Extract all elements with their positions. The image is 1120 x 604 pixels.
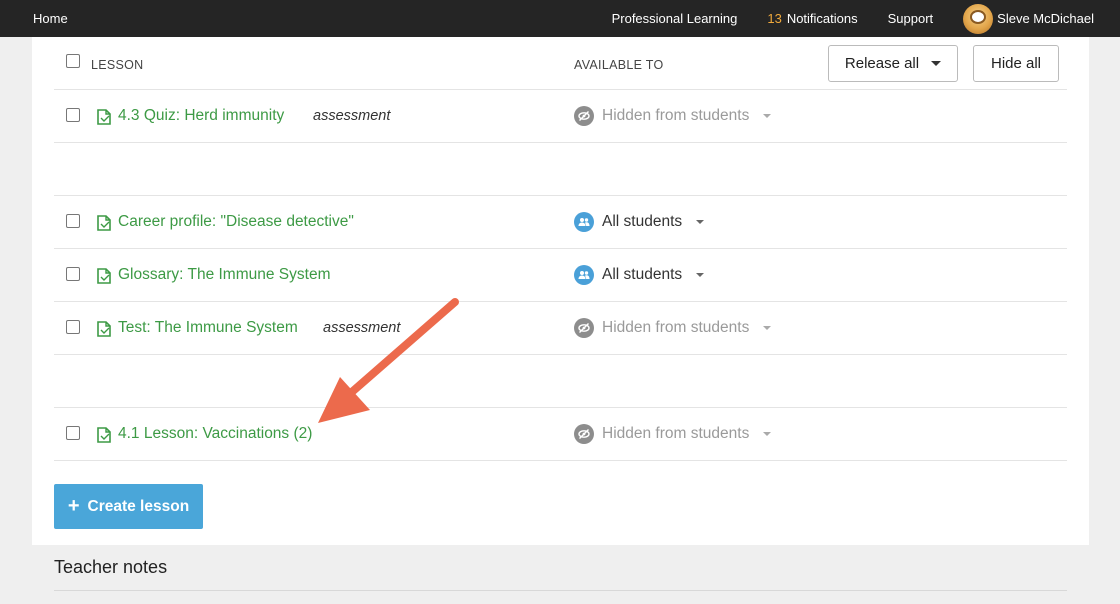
availability-dropdown[interactable]: All students — [574, 212, 705, 232]
lesson-column-header: LESSON — [91, 58, 144, 72]
eye-off-icon — [574, 106, 594, 126]
chevron-down-icon — [763, 326, 772, 330]
table-row: 4.3 Quiz: Herd immunity assessment Hidde… — [54, 90, 1067, 143]
create-lesson-label: Create lesson — [87, 497, 190, 515]
table-row: Career profile: "Disease detective" All … — [54, 196, 1067, 249]
support-link[interactable]: Support — [888, 11, 934, 26]
notifications-link[interactable]: 13 Notifications — [767, 11, 857, 26]
eye-off-icon — [574, 318, 594, 338]
availability-label: All students — [602, 266, 683, 283]
lesson-link[interactable]: Career profile: "Disease detective" — [118, 213, 354, 231]
availability-dropdown[interactable]: Hidden from students — [574, 424, 772, 444]
availability-label: Hidden from students — [602, 425, 750, 442]
availability-dropdown[interactable]: Hidden from students — [574, 318, 772, 338]
available-column-header: AVAILABLE TO — [574, 58, 664, 72]
home-link[interactable]: Home — [33, 11, 68, 26]
group-icon — [574, 212, 594, 232]
nav-right: Professional Learning 13 Notifications Su… — [612, 0, 1120, 37]
lesson-icon — [97, 268, 111, 284]
release-all-label: Release all — [844, 55, 920, 72]
teacher-notes-heading: Teacher notes — [54, 557, 168, 577]
table-row: Test: The Immune System assessment Hidde… — [54, 302, 1067, 355]
chevron-down-icon — [763, 432, 772, 436]
row-checkbox[interactable] — [66, 426, 80, 440]
hide-all-button[interactable]: Hide all — [973, 45, 1059, 82]
availability-label: Hidden from students — [602, 107, 750, 124]
hide-all-label: Hide all — [990, 55, 1042, 72]
group-icon — [574, 265, 594, 285]
assessment-tag: assessment — [323, 320, 401, 336]
lesson-link[interactable]: 4.3 Quiz: Herd immunity — [118, 107, 284, 125]
chevron-down-icon — [931, 61, 942, 66]
lessons-card: LESSON AVAILABLE TO Release all Hide all… — [32, 37, 1089, 545]
notifications-count: 13 — [767, 11, 782, 26]
divider — [54, 590, 1067, 591]
eye-off-icon — [574, 424, 594, 444]
availability-dropdown[interactable]: Hidden from students — [574, 106, 772, 126]
avatar — [963, 3, 994, 34]
notifications-label: Notifications — [786, 11, 858, 26]
chevron-down-icon — [696, 220, 705, 224]
chevron-down-icon — [696, 273, 705, 277]
table-row: 4.1 Lesson: Vaccinations (2) Hidden from… — [54, 408, 1067, 461]
availability-dropdown[interactable]: All students — [574, 265, 705, 285]
table-header: LESSON AVAILABLE TO Release all Hide all — [54, 37, 1067, 90]
table-row: Glossary: The Immune System All students — [54, 249, 1067, 302]
availability-label: Hidden from students — [602, 319, 750, 336]
lesson-link[interactable]: Test: The Immune System — [118, 319, 298, 337]
chevron-down-icon — [763, 114, 772, 118]
lesson-link[interactable]: Glossary: The Immune System — [118, 266, 330, 284]
top-nav: Home Professional Learning 13 Notificatio… — [0, 0, 1120, 37]
assessment-tag: assessment — [313, 108, 391, 124]
row-checkbox[interactable] — [66, 320, 80, 334]
user-name: Sleve McDichael — [997, 11, 1094, 26]
lesson-icon — [97, 215, 111, 231]
plus-icon: + — [67, 495, 80, 517]
professional-learning-link[interactable]: Professional Learning — [612, 11, 738, 26]
lesson-icon — [97, 321, 111, 337]
lesson-link[interactable]: 4.1 Lesson: Vaccinations (2) — [118, 425, 312, 443]
select-all-checkbox[interactable] — [66, 54, 80, 68]
empty-row — [54, 355, 1067, 408]
empty-row — [54, 143, 1067, 196]
lesson-icon — [97, 427, 111, 443]
availability-label: All students — [602, 213, 683, 230]
row-checkbox[interactable] — [66, 214, 80, 228]
user-menu[interactable]: Sleve McDichael — [963, 3, 1094, 34]
lesson-icon — [97, 109, 111, 125]
row-checkbox[interactable] — [66, 108, 80, 122]
create-lesson-button[interactable]: + Create lesson — [54, 484, 203, 529]
release-all-button[interactable]: Release all — [828, 45, 958, 82]
row-checkbox[interactable] — [66, 267, 80, 281]
